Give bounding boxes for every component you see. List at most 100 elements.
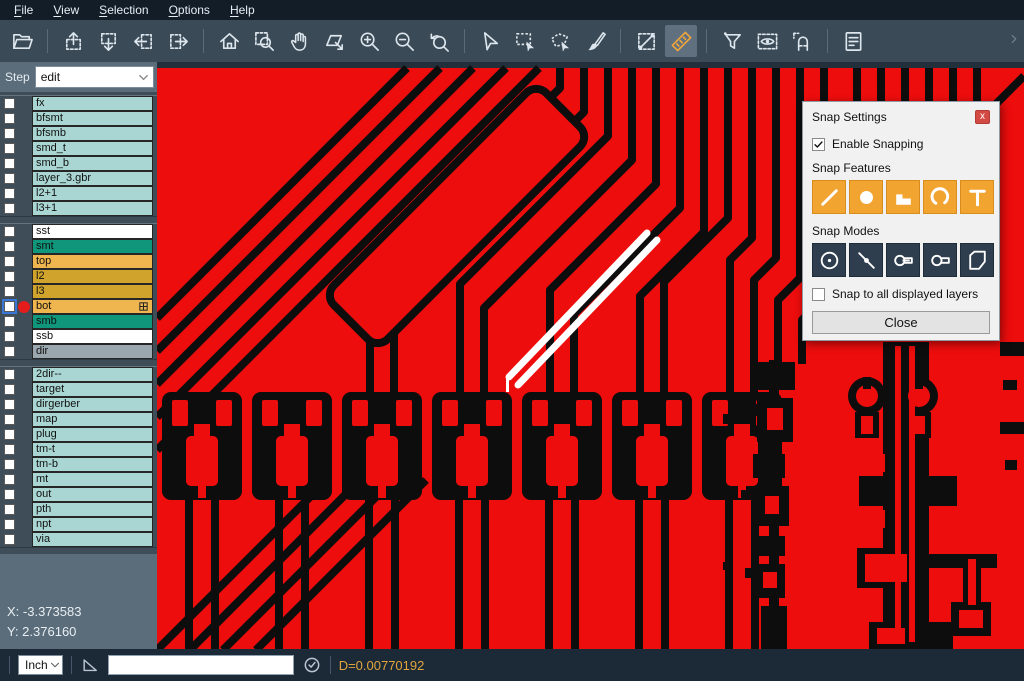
- layer-label[interactable]: tm-t: [32, 442, 153, 457]
- layer-label[interactable]: dirgerber: [32, 397, 153, 412]
- layer-label[interactable]: map: [32, 412, 153, 427]
- layer-visibility-checkbox[interactable]: [4, 331, 15, 342]
- layer-label[interactable]: plug: [32, 427, 153, 442]
- dialog-close-icon[interactable]: x: [975, 110, 990, 124]
- unit-select[interactable]: Inch: [18, 655, 63, 675]
- close-button[interactable]: Close: [812, 311, 990, 334]
- zoom-window-button[interactable]: [248, 25, 280, 57]
- layer-visibility-checkbox[interactable]: [4, 241, 15, 252]
- layer-visibility-checkbox[interactable]: [4, 256, 15, 267]
- snap-contour-button[interactable]: [960, 243, 994, 277]
- layer-label[interactable]: dir: [32, 344, 153, 359]
- layer-visibility-checkbox[interactable]: [4, 444, 15, 455]
- layer-visibility-checkbox[interactable]: [4, 346, 15, 357]
- pan-hand-button[interactable]: [283, 25, 315, 57]
- layer-visibility-checkbox[interactable]: [4, 489, 15, 500]
- layer-visibility-checkbox[interactable]: [4, 301, 15, 312]
- layer-visibility-checkbox[interactable]: [4, 369, 15, 380]
- layer-label[interactable]: target: [32, 382, 153, 397]
- layer-label[interactable]: l3+1: [32, 201, 153, 216]
- menu-options[interactable]: Options: [159, 0, 220, 20]
- layer-visibility-checkbox[interactable]: [4, 203, 15, 214]
- toolbar-overflow-chevron-icon[interactable]: [1007, 32, 1021, 46]
- layer-label[interactable]: pth: [32, 502, 153, 517]
- layer-label[interactable]: mt: [32, 472, 153, 487]
- zoom-out-button[interactable]: [388, 25, 420, 57]
- zoom-object-button[interactable]: [318, 25, 350, 57]
- select-pointer-button[interactable]: [474, 25, 506, 57]
- select-rectangle-button[interactable]: [509, 25, 541, 57]
- snap-magnet-button[interactable]: [786, 25, 818, 57]
- highlight-view-button[interactable]: [751, 25, 783, 57]
- measure-distance-button[interactable]: [630, 25, 662, 57]
- layer-label[interactable]: smt: [32, 239, 153, 254]
- open-file-button[interactable]: [6, 25, 38, 57]
- snap-pad-button[interactable]: [849, 180, 883, 214]
- layer-visibility-checkbox[interactable]: [4, 316, 15, 327]
- layer-visibility-checkbox[interactable]: [4, 384, 15, 395]
- layer-visibility-checkbox[interactable]: [4, 429, 15, 440]
- layer-label[interactable]: sst: [32, 224, 153, 239]
- layer-visibility-checkbox[interactable]: [4, 226, 15, 237]
- menu-file[interactable]: File: [4, 0, 43, 20]
- layer-label[interactable]: ssb: [32, 329, 153, 344]
- layer-visibility-checkbox[interactable]: [4, 519, 15, 530]
- layer-visibility-checkbox[interactable]: [4, 188, 15, 199]
- shift-left-button[interactable]: [127, 25, 159, 57]
- layer-label[interactable]: tm-b: [32, 457, 153, 472]
- layer-visibility-checkbox[interactable]: [4, 98, 15, 109]
- layer-label[interactable]: bfsmt: [32, 111, 153, 126]
- layer-label[interactable]: smd_t: [32, 141, 153, 156]
- layer-label[interactable]: smd_b: [32, 156, 153, 171]
- layer-visibility-checkbox[interactable]: [4, 474, 15, 485]
- layer-label[interactable]: out: [32, 487, 153, 502]
- zoom-home-button[interactable]: [213, 25, 245, 57]
- layer-label[interactable]: via: [32, 532, 153, 547]
- layer-visibility-checkbox[interactable]: [4, 399, 15, 410]
- snap-center-button[interactable]: [812, 243, 846, 277]
- shift-down-button[interactable]: [92, 25, 124, 57]
- layer-visibility-checkbox[interactable]: [4, 173, 15, 184]
- menu-view[interactable]: View: [43, 0, 89, 20]
- snap-all-layers-checkbox[interactable]: [812, 288, 825, 301]
- layer-label[interactable]: bfsmb: [32, 126, 153, 141]
- menu-selection[interactable]: Selection: [89, 0, 158, 20]
- shift-up-button[interactable]: [57, 25, 89, 57]
- layer-label[interactable]: l2: [32, 269, 153, 284]
- snap-pad-slot-button[interactable]: [886, 243, 920, 277]
- menu-help[interactable]: Help: [220, 0, 265, 20]
- snap-pad-outline-button[interactable]: [923, 243, 957, 277]
- layer-visibility-checkbox[interactable]: [4, 459, 15, 470]
- clean-brush-button[interactable]: [579, 25, 611, 57]
- zoom-in-button[interactable]: [353, 25, 385, 57]
- layer-visibility-checkbox[interactable]: [4, 504, 15, 515]
- snap-line-button[interactable]: [812, 180, 846, 214]
- report-button[interactable]: [837, 25, 869, 57]
- layer-label[interactable]: smb: [32, 314, 153, 329]
- layer-visibility-checkbox[interactable]: [4, 414, 15, 425]
- snap-surface-button[interactable]: [886, 180, 920, 214]
- layer-visibility-checkbox[interactable]: [4, 271, 15, 282]
- filter-button[interactable]: [716, 25, 748, 57]
- layer-label[interactable]: l2+1: [32, 186, 153, 201]
- layer-label[interactable]: top: [32, 254, 153, 269]
- grid-icon[interactable]: [138, 301, 149, 312]
- layer-visibility-checkbox[interactable]: [4, 113, 15, 124]
- zoom-previous-button[interactable]: [423, 25, 455, 57]
- enable-snapping-checkbox[interactable]: [812, 138, 825, 151]
- layer-visibility-checkbox[interactable]: [4, 143, 15, 154]
- step-select[interactable]: edit: [35, 66, 154, 88]
- layer-visibility-checkbox[interactable]: [4, 286, 15, 297]
- measure-ruler-button[interactable]: [665, 25, 697, 57]
- layer-visibility-checkbox[interactable]: [4, 128, 15, 139]
- angle-mode-icon[interactable]: [80, 655, 100, 675]
- snap-arc-button[interactable]: [923, 180, 957, 214]
- layer-label[interactable]: bot: [32, 299, 153, 314]
- apply-icon[interactable]: [302, 655, 322, 675]
- layer-visibility-checkbox[interactable]: [4, 158, 15, 169]
- layer-label[interactable]: l3: [32, 284, 153, 299]
- snap-point-on-line-button[interactable]: [849, 243, 883, 277]
- snap-text-button[interactable]: [960, 180, 994, 214]
- command-input[interactable]: [108, 655, 294, 675]
- layer-label[interactable]: 2dir--: [32, 367, 153, 382]
